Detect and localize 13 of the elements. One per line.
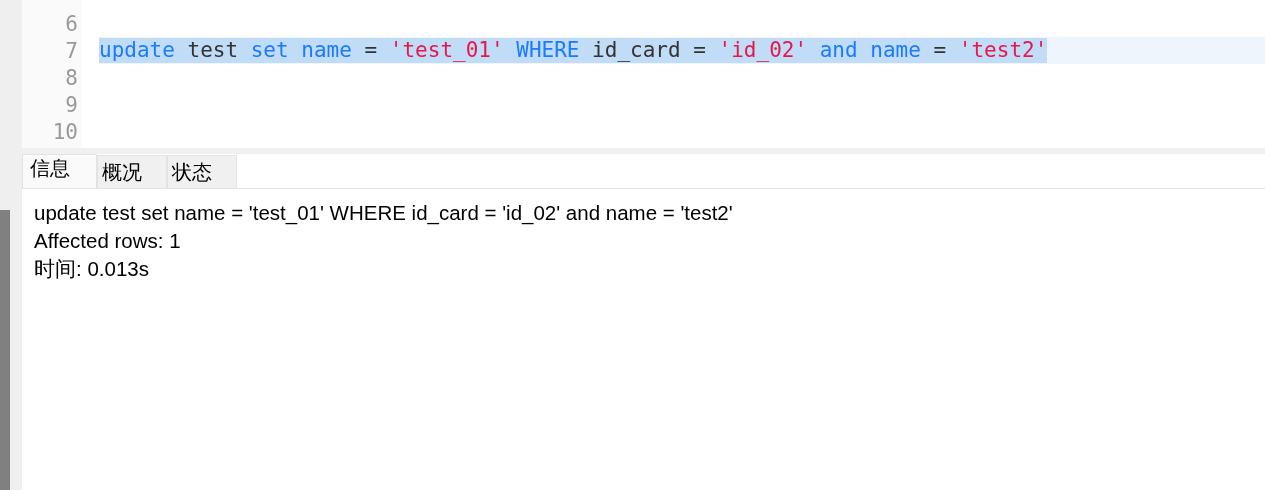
code-editor[interactable]: 6 7 update test set name = 'test_01' WHERE id_card = 'id_02' and name = 'test2' 8 9 10: [22, 0, 1265, 148]
line-number: 7: [64, 38, 78, 63]
message-text: update test set name = 'test_01' WHERE id_card = 'id_02' and name = 'test2': [34, 200, 734, 227]
line-number: 6: [64, 11, 78, 36]
result-tab[interactable]: 信息: [22, 154, 97, 188]
result-tab[interactable]: 概况: [97, 155, 167, 188]
line-number: 9: [64, 92, 78, 117]
scrollbar-thumb[interactable]: [0, 210, 10, 490]
line-number: 8: [64, 65, 78, 90]
message-text: Affected rows: 1: [34, 228, 182, 254]
result-tab[interactable]: 状态: [167, 155, 237, 188]
line-number: 10: [51, 119, 78, 144]
message-text: 时间: 0.013s: [34, 256, 150, 282]
